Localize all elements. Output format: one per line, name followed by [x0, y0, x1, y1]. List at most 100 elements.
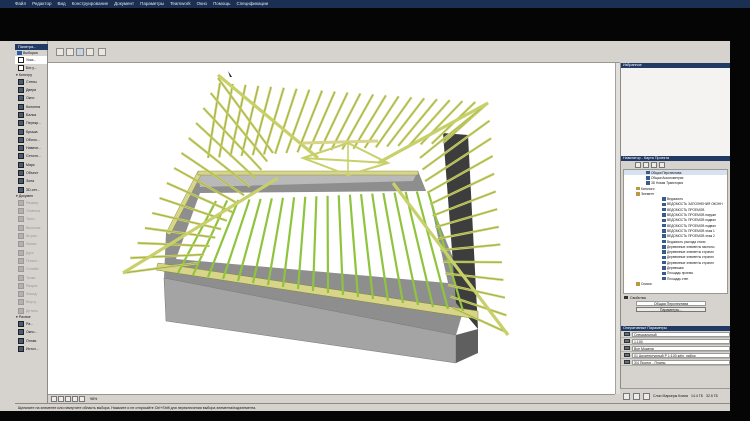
view-icon	[662, 197, 666, 201]
pointer-icon[interactable]	[98, 48, 106, 56]
option-row[interactable]: Специальный	[621, 331, 730, 338]
roof-model-3d[interactable]	[48, 63, 615, 394]
tool-icon	[18, 178, 24, 185]
tool-item[interactable]: Разрез	[15, 282, 47, 290]
menu-item[interactable]: Вид	[57, 0, 65, 8]
ridge-beam	[302, 139, 379, 145]
tool-item[interactable]: Окно...	[15, 328, 47, 336]
tool-item[interactable]: Оболо...	[15, 136, 47, 144]
tool-item[interactable]: Объект	[15, 169, 47, 177]
tool-item[interactable]: Перекр...	[15, 119, 47, 127]
menu-item[interactable]: Документ	[114, 0, 134, 8]
option-row[interactable]: 01 Архитектурный Р 1:100 жёл. набор	[621, 352, 730, 359]
tool-marquee[interactable]: Бег.у...	[15, 64, 47, 72]
view-name-field[interactable]: Общая Перспектива	[636, 301, 706, 306]
menu-item[interactable]: Спецификации	[236, 0, 268, 8]
navigator-item[interactable]: Списки	[624, 281, 727, 286]
tool-label: Ра...	[26, 322, 34, 327]
horizontal-scrollbar[interactable]: 98%	[48, 394, 615, 403]
tool-icon	[18, 136, 24, 143]
orbit-icon[interactable]	[72, 396, 78, 402]
tool-label: Текст	[26, 217, 36, 222]
fit-icon[interactable]	[65, 396, 71, 402]
tool-item[interactable]: Колонна	[15, 102, 47, 110]
option-row[interactable]: 3/4 Проект - Планы	[621, 359, 730, 366]
parameters-button[interactable]: Параметры...	[636, 307, 706, 312]
tool-item[interactable]: Стены	[15, 78, 47, 86]
menu-item[interactable]: Файл	[15, 0, 26, 8]
menu-item[interactable]: Помощь	[213, 0, 230, 8]
markers-icon[interactable]	[633, 392, 640, 400]
tool-item[interactable]: Навесн...	[15, 144, 47, 152]
menu-item[interactable]: Редактор	[32, 0, 51, 8]
options-rows: Специальный 1:100 Все Модели 01 Архитектурн…	[621, 331, 730, 366]
tool-item[interactable]: Размер	[15, 199, 47, 207]
tool-item[interactable]: Окно	[15, 94, 47, 102]
view-icon	[646, 170, 650, 175]
view-icon	[662, 213, 666, 217]
view-icon	[646, 181, 650, 185]
tool-item[interactable]: Отметка	[15, 207, 47, 215]
layers-icon[interactable]	[623, 392, 630, 400]
tool-item[interactable]: Сплайн	[15, 265, 47, 273]
zoom-in-icon[interactable]	[58, 396, 64, 402]
tool-item[interactable]: Балка	[15, 111, 47, 119]
wall-side-face	[456, 329, 478, 363]
select-icon[interactable]	[56, 48, 64, 56]
copy-icon[interactable]	[643, 392, 650, 400]
tool-item[interactable]: Точка	[15, 273, 47, 281]
tool-item[interactable]: Сеточн...	[15, 152, 47, 160]
tool-item[interactable]: Деталь	[15, 307, 47, 315]
section-label: Разное	[18, 315, 31, 320]
bottom-black-strip	[0, 411, 750, 421]
layout-book-icon[interactable]	[651, 162, 657, 168]
menu-item[interactable]: Teamwork	[170, 0, 191, 8]
section-label: Констру	[18, 73, 33, 78]
rotated-rectangle-icon[interactable]	[86, 48, 94, 56]
collapse-icon[interactable]	[624, 296, 628, 299]
favorites-list[interactable]	[621, 68, 730, 156]
project-map-icon[interactable]	[635, 162, 641, 168]
option-row[interactable]: Все Модели	[621, 345, 730, 352]
right-panels: Избранное Навигатор - Карта Проекта Обща…	[620, 63, 730, 403]
top-black-strip	[0, 8, 750, 41]
disk-free-1: 14.4 ГБ	[691, 394, 703, 398]
view-icon	[646, 176, 650, 180]
navigator-item-label: ВЕДОМОСТЬ ПРОЕМОВ этаж 1	[667, 228, 715, 233]
menu-item[interactable]: Окно	[197, 0, 207, 8]
rectangle-icon[interactable]	[76, 48, 84, 56]
tool-item[interactable]: Марк	[15, 161, 47, 169]
tool-item[interactable]: Штрих.	[15, 232, 47, 240]
marquee-icon[interactable]	[66, 48, 74, 56]
navigator-tree[interactable]: Общая Перспектива Общая Аксонометрия 3D Но…	[623, 169, 728, 294]
tool-item[interactable]: Линии	[15, 240, 47, 248]
tool-label: Бег.у...	[26, 66, 37, 71]
tool-item[interactable]: Текст	[15, 215, 47, 223]
navigator-item-label: Деревянные элементы стропил	[667, 250, 714, 255]
tool-item[interactable]: Внутр...	[15, 298, 47, 306]
menu-item[interactable]: Конструирование	[72, 0, 109, 8]
tool-arrow[interactable]: Указ...	[15, 56, 47, 65]
3d-viewport[interactable]	[48, 63, 615, 394]
tool-item[interactable]: Дуга	[15, 249, 47, 257]
tool-item[interactable]: Двери	[15, 86, 47, 94]
tool-item[interactable]: Выноска	[15, 224, 47, 232]
tool-label: Двери	[26, 88, 37, 93]
tool-item[interactable]: Источ...	[15, 345, 47, 353]
pan-icon[interactable]	[79, 396, 85, 402]
tool-item[interactable]: Зона	[15, 177, 47, 185]
tool-item[interactable]: Фасад	[15, 290, 47, 298]
tool-item[interactable]: Ра...	[15, 320, 47, 328]
menu-item[interactable]: Параметры	[140, 0, 164, 8]
publisher-icon[interactable]	[659, 162, 665, 168]
tool-item[interactable]: Полил...	[15, 257, 47, 265]
tool-label: Стены	[26, 79, 37, 84]
tool-item[interactable]: Крыша	[15, 127, 47, 135]
tool-label: Окно...	[26, 330, 38, 335]
option-row[interactable]: 1:100	[621, 338, 730, 345]
tool-item[interactable]: Оглав.	[15, 337, 47, 345]
tool-item[interactable]: 3D-сет...	[15, 185, 47, 193]
zoom-out-icon[interactable]	[51, 396, 57, 402]
view-map-icon[interactable]	[643, 162, 649, 168]
tool-label: Выноска	[26, 225, 41, 230]
